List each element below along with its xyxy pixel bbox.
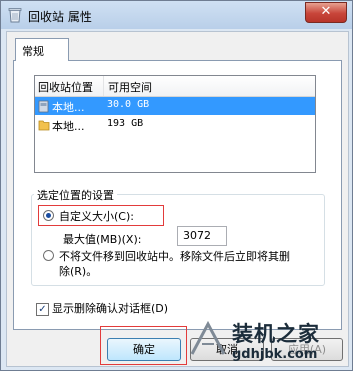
column-divider[interactable]	[103, 76, 104, 96]
recycle-bin-icon	[8, 8, 22, 23]
free-space-value: 193 GB	[107, 118, 144, 129]
drive-icon	[38, 100, 49, 113]
watermark-text: 装机之家	[232, 322, 320, 346]
folder-icon	[38, 120, 50, 131]
free-space-value: 30.0 GB	[107, 99, 150, 110]
tab-general[interactable]: 常规	[15, 38, 69, 61]
title-bar[interactable]: 回收站 属性 ✕	[1, 1, 352, 29]
list-item-local-disk-1[interactable]: 本地... 30.0 GB	[35, 97, 315, 115]
delete-immediately-label-line1[interactable]: 不将文件移到回收站中。移除文件后立即将其删	[59, 248, 290, 264]
settings-group-title: 选定位置的设置	[34, 187, 117, 203]
window-title: 回收站 属性	[28, 10, 92, 24]
close-button[interactable]: ✕	[305, 2, 347, 23]
general-tab-panel: 回收站位置 可用空间 本地... 30.0 GB 本地... 193 GB 选定…	[13, 60, 342, 330]
properties-window: 回收站 属性 ✕ 常规 回收站位置 可用空间 本地... 30.0 GB 本地.…	[0, 0, 353, 371]
confirm-delete-label[interactable]: 显示删除确认对话框(D)	[52, 300, 168, 316]
column-header-free-space[interactable]: 可用空间	[108, 79, 152, 95]
ok-button[interactable]: 确定	[107, 338, 181, 361]
tab-general-label: 常规	[22, 45, 44, 58]
location-listview[interactable]: 回收站位置 可用空间 本地... 30.0 GB 本地... 193 GB	[34, 75, 316, 173]
max-size-input[interactable]: 3072	[177, 226, 227, 246]
delete-immediately-label-line2[interactable]: 除(R)。	[59, 263, 97, 279]
custom-size-radio[interactable]	[43, 210, 54, 221]
dialog-client-area: 常规 回收站位置 可用空间 本地... 30.0 GB 本地... 193 GB…	[6, 31, 349, 367]
list-item-local-disk-2[interactable]: 本地... 193 GB	[35, 116, 315, 134]
listview-header: 回收站位置 可用空间	[35, 76, 315, 97]
watermark-url: gdhjbk.com	[232, 347, 318, 362]
max-size-value: 3072	[183, 229, 211, 242]
max-size-label: 最大值(MB)(X):	[63, 233, 142, 246]
column-header-location[interactable]: 回收站位置	[38, 79, 93, 95]
custom-size-label[interactable]: 自定义大小(C):	[59, 208, 134, 224]
watermark-logo-icon	[190, 320, 226, 355]
delete-immediately-radio[interactable]	[43, 250, 54, 261]
confirm-delete-checkbox[interactable]: ✓	[36, 303, 49, 316]
location-name: 本地...	[52, 101, 85, 114]
location-name: 本地...	[52, 120, 85, 133]
